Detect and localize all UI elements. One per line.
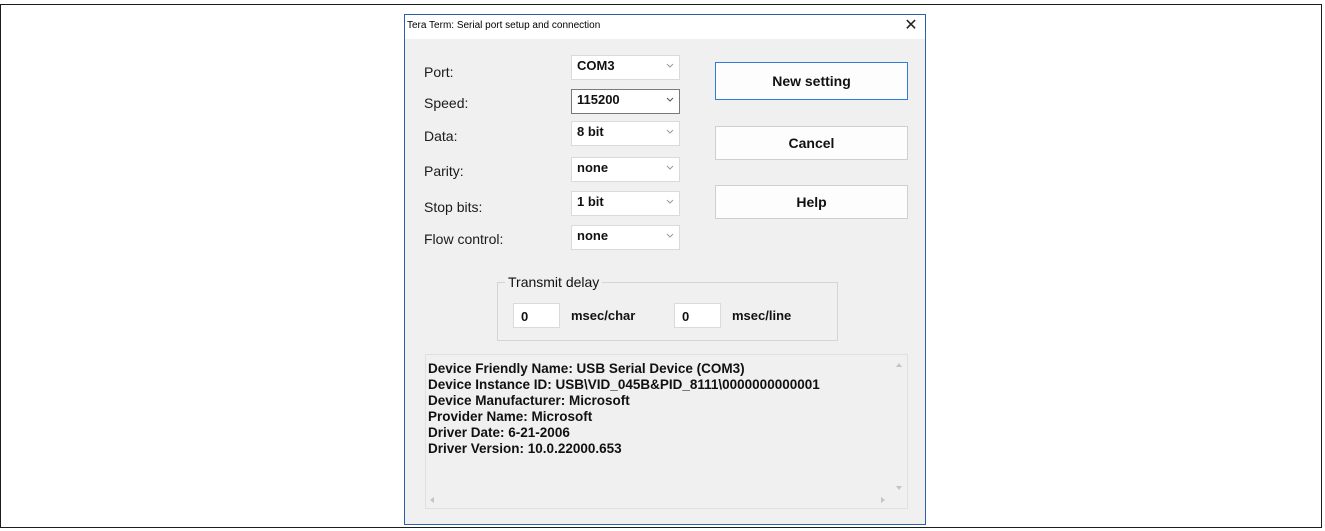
flow-control-label: Flow control: — [424, 231, 504, 247]
close-icon: ✕ — [904, 17, 918, 34]
transmit-delay-title: Transmit delay — [505, 274, 603, 290]
device-info-line: Device Instance ID: USB\VID_045B&PID_811… — [428, 377, 820, 392]
scroll-up-icon[interactable] — [894, 360, 904, 370]
chevron-down-icon — [666, 129, 674, 134]
device-info-line: Driver Date: 6-21-2006 — [428, 425, 570, 440]
device-info-textbox[interactable]: Device Friendly Name: USB Serial Device … — [425, 354, 908, 509]
msec-per-char-input[interactable] — [513, 303, 560, 328]
msec-per-line-input[interactable] — [674, 303, 721, 328]
stop-bits-value: 1 bit — [577, 194, 604, 209]
stop-bits-label: Stop bits: — [424, 199, 483, 215]
device-info-line: Provider Name: Microsoft — [428, 409, 593, 424]
device-info-line: Device Friendly Name: USB Serial Device … — [428, 361, 745, 376]
chevron-down-icon — [666, 63, 674, 68]
speed-value: 115200 — [577, 92, 620, 107]
speed-label: Speed: — [424, 95, 469, 111]
parity-value: none — [577, 160, 609, 175]
parity-label: Parity: — [424, 163, 464, 179]
window-title: Tera Term: Serial port setup and connect… — [407, 20, 601, 31]
title-bar: Tera Term: Serial port setup and connect… — [405, 15, 925, 39]
scroll-left-icon[interactable] — [428, 495, 436, 505]
data-select[interactable]: 8 bit — [571, 121, 680, 146]
serial-port-setup-dialog: Tera Term: Serial port setup and connect… — [404, 14, 926, 525]
stop-bits-select[interactable]: 1 bit — [571, 191, 680, 216]
help-button[interactable]: Help — [715, 185, 908, 219]
chevron-down-icon — [666, 233, 674, 238]
msec-per-line-label: msec/line — [732, 308, 792, 323]
device-info-text: Device Friendly Name: USB Serial Device … — [428, 361, 820, 457]
flow-control-select[interactable]: none — [571, 225, 680, 250]
data-label: Data: — [424, 128, 458, 144]
port-value: COM3 — [577, 58, 615, 73]
port-select[interactable]: COM3 — [571, 55, 680, 80]
data-value: 8 bit — [577, 124, 604, 139]
flow-control-value: none — [577, 228, 609, 243]
chevron-down-icon — [666, 199, 674, 204]
device-info-line: Driver Version: 10.0.22000.653 — [428, 441, 622, 456]
scroll-right-icon[interactable] — [879, 495, 887, 505]
device-info-line: Device Manufacturer: Microsoft — [428, 393, 630, 408]
close-button[interactable]: ✕ — [899, 15, 923, 37]
new-setting-button[interactable]: New setting — [715, 62, 908, 100]
chevron-down-icon — [666, 165, 674, 170]
msec-per-char-label: msec/char — [571, 308, 636, 323]
speed-select[interactable]: 115200 — [571, 89, 680, 114]
chevron-down-icon — [666, 97, 674, 102]
port-label: Port: — [424, 64, 454, 80]
cancel-button[interactable]: Cancel — [715, 126, 908, 160]
parity-select[interactable]: none — [571, 157, 680, 182]
scroll-down-icon[interactable] — [894, 483, 904, 493]
